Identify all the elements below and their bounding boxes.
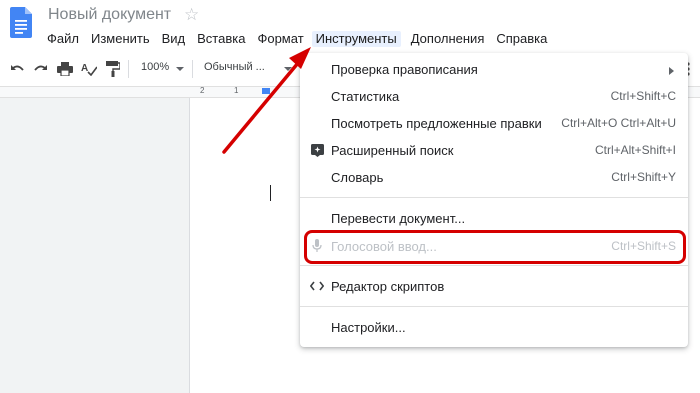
- zoom-chevron-down-icon[interactable]: [176, 67, 184, 71]
- menu-item-label: Настройки...: [331, 320, 406, 335]
- toolbar-divider: [192, 60, 193, 78]
- star-icon[interactable]: ☆: [184, 5, 199, 25]
- menu-item-dictionary[interactable]: Словарь Ctrl+Shift+Y: [300, 164, 688, 190]
- submenu-arrow-icon: [669, 67, 674, 75]
- menu-item-shortcut: Ctrl+Alt+Shift+I: [594, 143, 676, 157]
- toolbar-divider: [128, 60, 129, 78]
- menu-divider: [300, 197, 688, 198]
- menu-edit[interactable]: Изменить: [89, 31, 152, 47]
- menu-bar: Файл Изменить Вид Вставка Формат Инструм…: [45, 31, 557, 47]
- spellcheck-icon[interactable]: A: [80, 59, 98, 79]
- menu-divider: [300, 306, 688, 307]
- menu-item-review-suggested-edits[interactable]: Посмотреть предложенные правки Ctrl+Alt+…: [300, 110, 688, 136]
- paragraph-style-select[interactable]: Обычный ...: [204, 61, 265, 73]
- menu-file[interactable]: Файл: [45, 31, 81, 47]
- indent-marker[interactable]: [262, 88, 270, 94]
- text-cursor: [270, 185, 271, 201]
- style-chevron-down-icon[interactable]: [284, 67, 292, 71]
- svg-text:A: A: [81, 63, 88, 74]
- redo-icon[interactable]: [32, 59, 50, 79]
- print-icon[interactable]: [56, 59, 74, 79]
- undo-icon[interactable]: [8, 59, 26, 79]
- menu-item-label: Словарь: [331, 170, 384, 185]
- code-icon: [310, 279, 324, 293]
- explore-icon: [310, 143, 324, 157]
- menu-divider: [300, 265, 688, 266]
- zoom-select[interactable]: 100%: [141, 61, 169, 73]
- menu-item-preferences[interactable]: Настройки...: [300, 314, 688, 340]
- menu-format[interactable]: Формат: [255, 31, 305, 47]
- paint-format-icon[interactable]: [104, 59, 122, 79]
- menu-item-label: Посмотреть предложенные правки: [331, 116, 542, 131]
- ruler-mark: 2: [200, 86, 205, 95]
- menu-item-spelling[interactable]: Проверка правописания: [300, 56, 688, 82]
- tools-dropdown-menu: Проверка правописания Статистика Ctrl+Sh…: [300, 53, 688, 347]
- menu-item-label: Статистика: [331, 89, 400, 104]
- menu-insert[interactable]: Вставка: [195, 31, 247, 47]
- menu-item-label: Проверка правописания: [331, 62, 478, 77]
- document-title[interactable]: Новый документ: [48, 6, 171, 24]
- menu-item-shortcut: Ctrl+Shift+C: [610, 89, 676, 103]
- menu-item-word-count[interactable]: Статистика Ctrl+Shift+C: [300, 83, 688, 109]
- menu-item-label: Расширенный поиск: [331, 143, 454, 158]
- menu-item-label: Редактор скриптов: [331, 279, 445, 294]
- menu-tools[interactable]: Инструменты: [311, 31, 401, 47]
- menu-item-explore[interactable]: Расширенный поиск Ctrl+Alt+Shift+I: [300, 137, 688, 163]
- google-docs-icon[interactable]: [10, 7, 32, 38]
- menu-item-translate-document[interactable]: Перевести документ...: [300, 205, 688, 231]
- menu-item-label: Перевести документ...: [331, 211, 466, 226]
- annotation-highlight-box: [304, 230, 686, 264]
- menu-help[interactable]: Справка: [494, 31, 549, 47]
- menu-view[interactable]: Вид: [160, 31, 188, 47]
- menu-item-shortcut: Ctrl+Shift+Y: [611, 170, 676, 184]
- menu-item-shortcut: Ctrl+Alt+O Ctrl+Alt+U: [561, 116, 676, 130]
- ruler-mark: 1: [234, 86, 239, 95]
- menu-addons[interactable]: Дополнения: [409, 31, 487, 47]
- menu-item-script-editor[interactable]: Редактор скриптов: [300, 273, 688, 299]
